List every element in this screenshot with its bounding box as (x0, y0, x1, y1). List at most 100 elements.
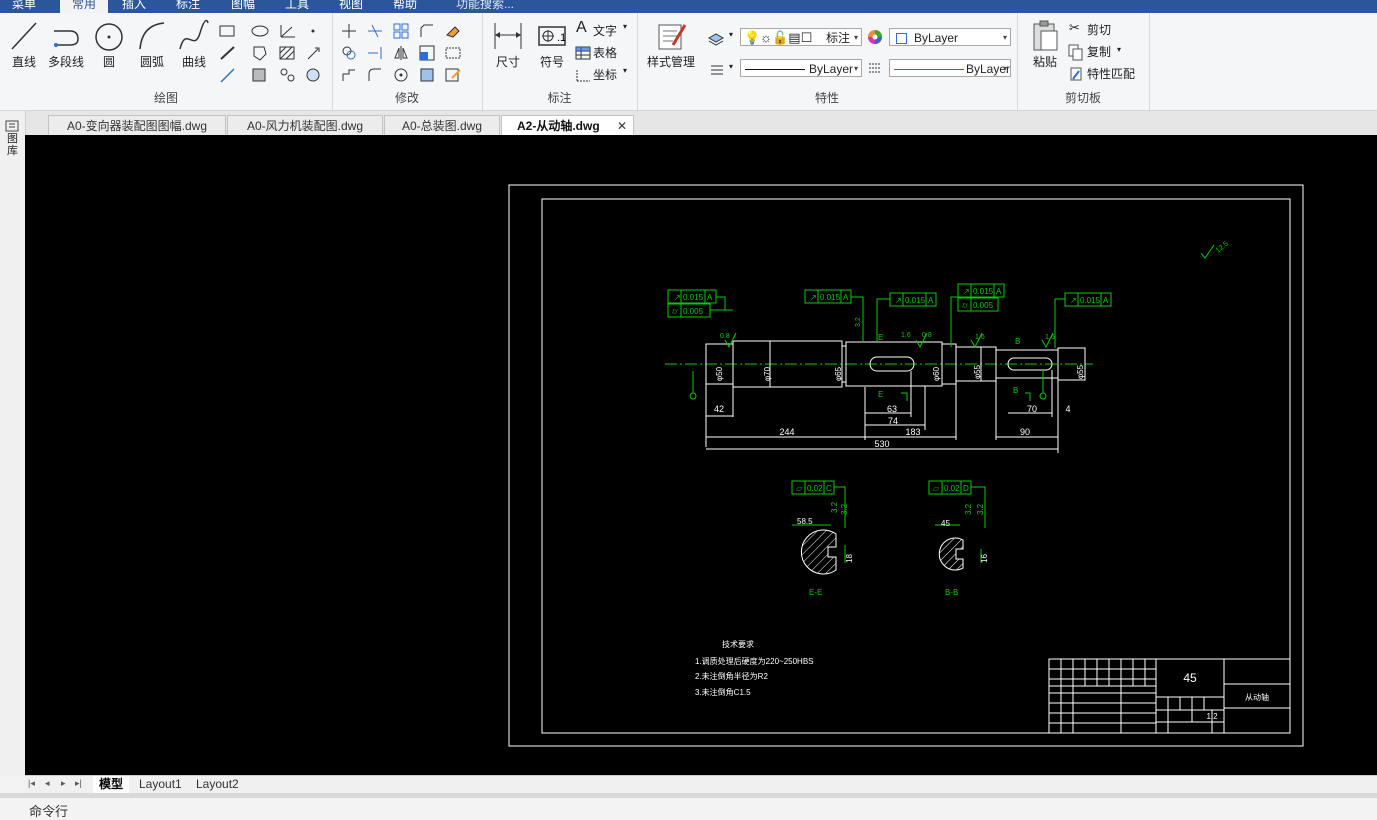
angle-icon[interactable] (278, 22, 298, 40)
donut-icon[interactable] (278, 66, 298, 84)
menu-item-annotate[interactable]: 标注 (172, 0, 204, 13)
coordinate-dropdown-icon[interactable]: ▾ (623, 66, 627, 75)
linetype-dropdown[interactable]: ByLayer ▾ (740, 59, 862, 77)
stretch-icon[interactable] (444, 44, 464, 62)
doc-tab[interactable]: A0-变向器装配图图幅.dwg (48, 115, 226, 135)
properties-group: 样式管理 ▾ 💡☼🔓▤☐ 标注 ▾ ByLayer ▾ ▾ ByLayer ▾ … (637, 13, 1018, 110)
layout-tab-model[interactable]: 模型 (93, 776, 130, 793)
block-icon[interactable] (250, 66, 270, 84)
match-properties-icon[interactable] (1067, 65, 1087, 83)
next-layout-icon[interactable]: ▸ (61, 778, 66, 789)
linetype-preview (745, 69, 805, 70)
color-wheel-icon[interactable] (866, 28, 886, 46)
layout-tab-layout1[interactable]: Layout1 (133, 776, 188, 793)
tolerance-value: 0.015 (820, 293, 841, 302)
ray-icon[interactable] (218, 66, 238, 84)
menu-item-home[interactable]: 常用 (60, 0, 108, 13)
scissors-icon[interactable]: ✂ (1069, 20, 1080, 36)
copy-icon[interactable] (1067, 43, 1087, 61)
function-search-input[interactable]: 功能搜索... (452, 0, 518, 13)
text-button[interactable]: 文字 (593, 22, 617, 39)
lineweight-preview (894, 69, 964, 70)
hatch-icon[interactable] (278, 44, 298, 62)
circle-icon (95, 23, 123, 51)
lineweight-list-icon[interactable] (866, 59, 886, 77)
coordinate-button[interactable]: 坐标 (593, 66, 617, 83)
scale-icon[interactable] (418, 44, 438, 62)
text-icon[interactable]: A (576, 19, 587, 37)
explode-icon[interactable] (418, 66, 438, 84)
menu-item-tools[interactable]: 工具 (281, 0, 313, 13)
command-line[interactable]: 命令行 (0, 798, 1377, 820)
technical-notes: 技术要求 1.调质处理后硬度为220~250HBS 2.未注倒角半径为R2 3.… (695, 639, 814, 697)
style-manager-button[interactable]: 样式管理 (643, 19, 699, 70)
trim-icon[interactable] (366, 22, 386, 40)
lineweight-dropdown[interactable]: ByLayer ▾ (889, 59, 1011, 77)
edit-icon[interactable] (444, 66, 464, 84)
dim-phi50: φ50 (715, 366, 724, 381)
doc-tab[interactable]: A0-风力机装配图.dwg (227, 115, 383, 135)
close-icon[interactable]: ✕ (617, 116, 627, 136)
lineweight-icon[interactable] (709, 60, 729, 78)
offset-icon[interactable] (340, 66, 360, 84)
part-name-text: 从动轴 (1245, 692, 1269, 702)
doc-tab[interactable]: A0-总装图.dwg (384, 115, 500, 135)
table-button[interactable]: 表格 (593, 44, 617, 61)
eraser-icon[interactable] (444, 22, 464, 40)
chamfer-icon[interactable] (418, 22, 438, 40)
color-dropdown[interactable]: ByLayer ▾ (889, 28, 1011, 46)
palette-toggle-icon[interactable] (5, 120, 19, 132)
layer-manager-icon[interactable] (707, 28, 727, 46)
menu-item-view[interactable]: 视图 (335, 0, 367, 13)
rotate-icon[interactable] (392, 66, 412, 84)
drawing-canvas[interactable]: 42 244 530 63 74 183 90 70 4 φ50 φ70 φ65… (25, 135, 1377, 775)
first-layout-icon[interactable]: |◂ (28, 778, 35, 789)
match-properties-button[interactable]: 特性匹配 (1087, 65, 1135, 82)
coordinate-icon[interactable] (574, 66, 594, 84)
notes-line: 1.调质处理后硬度为220~250HBS (695, 656, 814, 666)
paste-button[interactable]: 粘贴 (1025, 19, 1065, 70)
copy-dropdown-icon[interactable]: ▾ (1117, 45, 1121, 54)
copy-object-icon[interactable] (340, 44, 360, 62)
menu-item-insert[interactable]: 插入 (118, 0, 150, 13)
lineweight-dropdown-icon[interactable]: ▾ (729, 62, 733, 71)
line-button[interactable]: 直线 (6, 19, 42, 70)
boundary-icon[interactable] (304, 66, 324, 84)
ellipse-icon[interactable] (250, 22, 270, 40)
array-icon[interactable] (392, 22, 412, 40)
circle-button[interactable]: 圆 (92, 19, 126, 70)
prev-layout-icon[interactable]: ◂ (45, 778, 50, 789)
doc-tab-label: A0-总装图.dwg (401, 119, 483, 133)
tolerance-symbol: ↗ (674, 293, 681, 302)
menu-item-help[interactable]: 帮助 (389, 0, 421, 13)
curve-button[interactable]: 曲线 (176, 19, 212, 70)
layer-manager-dropdown-icon[interactable]: ▾ (729, 30, 733, 39)
properties-group-label: 特性 (814, 91, 839, 105)
menu-item-sheet[interactable]: 图幅 (227, 0, 259, 13)
text-dropdown-icon[interactable]: ▾ (623, 22, 627, 31)
layout-tab-layout2[interactable]: Layout2 (190, 776, 245, 793)
library-palette-label[interactable]: 图库 (7, 133, 19, 157)
table-icon[interactable] (574, 44, 594, 62)
color-swatch (896, 33, 907, 44)
cut-button[interactable]: 剪切 (1087, 21, 1111, 38)
layer-dropdown[interactable]: 💡☼🔓▤☐ 标注 ▾ (740, 28, 862, 46)
pick-icon[interactable] (304, 44, 324, 62)
menu-item-menu[interactable]: 菜单 (8, 0, 40, 13)
doc-tab-active[interactable]: A2-从动轴.dwg ✕ (501, 115, 634, 135)
extend-icon[interactable] (366, 44, 386, 62)
polyline-button[interactable]: 多段线 (44, 19, 88, 70)
point-icon[interactable] (304, 22, 324, 40)
copy-button[interactable]: 复制 (1087, 43, 1111, 60)
construction-line-icon[interactable] (218, 44, 238, 62)
dimension-button[interactable]: 尺寸 (490, 19, 526, 70)
rectangle-icon[interactable] (218, 22, 238, 40)
last-layout-icon[interactable]: ▸| (75, 778, 82, 789)
region-icon[interactable] (250, 44, 270, 62)
roughness-value: 3.2 (830, 501, 839, 513)
fillet-icon[interactable] (366, 66, 386, 84)
symbol-button[interactable]: .1 符号 (534, 19, 570, 70)
move-icon[interactable] (340, 22, 360, 40)
mirror-icon[interactable] (392, 44, 412, 62)
arc-button[interactable]: 圆弧 (134, 19, 170, 70)
